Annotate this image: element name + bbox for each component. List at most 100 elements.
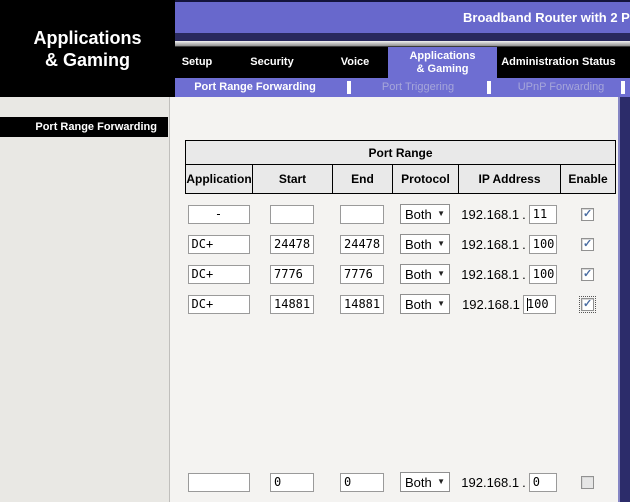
tab-security[interactable]: Security: [250, 47, 293, 78]
forwarding-extra-row: Both ▼ 192.168.1 . ✓: [185, 472, 615, 502]
protocol-selected-value: Both: [405, 267, 432, 282]
start-port-input[interactable]: [270, 473, 314, 492]
ip-dot-separator: .: [522, 207, 526, 222]
enable-checkbox[interactable]: ✓: [581, 298, 594, 311]
end-port-input[interactable]: [340, 235, 384, 254]
column-header-enable: Enable: [561, 165, 616, 194]
subnav-separator: [487, 81, 491, 94]
check-icon: ✓: [583, 207, 592, 220]
start-port-input[interactable]: [270, 295, 314, 314]
end-port-input[interactable]: [340, 205, 384, 224]
protocol-select[interactable]: Both ▼: [400, 234, 450, 254]
start-port-input[interactable]: [270, 235, 314, 254]
end-port-input[interactable]: [340, 473, 384, 492]
protocol-select[interactable]: Both ▼: [400, 472, 450, 492]
end-port-cell: [332, 234, 392, 254]
subnav-bar: Port Range Forwarding Port Triggering UPnP…: [175, 78, 630, 97]
tab-voice[interactable]: Voice: [341, 47, 370, 78]
column-header-row: ApplicationStartEndProtocolIP AddressEna…: [186, 165, 616, 194]
page-title-line1: Applications: [33, 27, 141, 49]
ip-last-octet-input[interactable]: [529, 235, 557, 254]
application-input[interactable]: [188, 295, 250, 314]
column-header-start: Start: [253, 165, 333, 194]
end-port-input[interactable]: [340, 295, 384, 314]
enable-checkbox[interactable]: ✓: [581, 268, 594, 281]
page-title: Applications & Gaming: [0, 0, 175, 97]
protocol-select[interactable]: Both ▼: [400, 264, 450, 284]
tab-status[interactable]: Status: [582, 47, 616, 78]
ip-prefix-label: 192.168.1: [461, 475, 519, 490]
port-range-table-header: Port Range ApplicationStartEndProtocolIP…: [185, 140, 616, 194]
end-port-cell: [332, 264, 392, 284]
column-header-ip-address: IP Address: [459, 165, 561, 194]
protocol-selected-value: Both: [405, 207, 432, 222]
end-port-cell: [332, 204, 392, 224]
subnav-upnp-forwarding[interactable]: UPnP Forwarding: [518, 78, 605, 97]
protocol-selected-value: Both: [405, 237, 432, 252]
enable-checkbox[interactable]: ✓: [581, 238, 594, 251]
start-port-input[interactable]: [270, 265, 314, 284]
tab-administration[interactable]: Administration: [501, 47, 579, 78]
application-input[interactable]: [188, 235, 250, 254]
application-input[interactable]: [188, 205, 250, 224]
port-range-group-header: Port Range: [186, 141, 616, 165]
tab-bar: SetupSecurityVoiceApplications& GamingAd…: [175, 47, 630, 78]
protocol-select[interactable]: Both ▼: [400, 204, 450, 224]
ip-address-cell: 192.168.1 .: [458, 472, 560, 492]
ip-last-octet-input[interactable]: [529, 205, 557, 224]
dropdown-arrow-icon: ▼: [437, 240, 445, 248]
dropdown-arrow-icon: ▼: [437, 270, 445, 278]
application-cell: [185, 234, 252, 254]
sidebar-section-label: Port Range Forwarding: [0, 117, 168, 137]
start-port-input[interactable]: [270, 205, 314, 224]
ip-last-octet-input[interactable]: [529, 265, 557, 284]
tab-applications-gaming[interactable]: Applications& Gaming: [388, 47, 497, 78]
forwarding-row: Both ▼ 192.168.1 . ✓: [185, 204, 615, 224]
ip-input-wrap: [529, 265, 557, 284]
ip-address-cell: 192.168.1 .: [458, 264, 560, 284]
ip-input-wrap: [523, 295, 556, 314]
check-icon: ✓: [583, 297, 592, 310]
protocol-cell: Both ▼: [392, 472, 458, 492]
application-input[interactable]: [188, 265, 250, 284]
application-input[interactable]: [188, 473, 250, 492]
banner-main: Broadband Router with 2 P: [175, 2, 630, 33]
forwarding-row: Both ▼ 192.168.1 . ✓: [185, 472, 615, 492]
ip-address-cell: 192.168.1: [458, 294, 560, 314]
start-port-cell: [252, 294, 332, 314]
subnav-port-range-forwarding[interactable]: Port Range Forwarding: [194, 78, 316, 97]
text-caret: [527, 298, 528, 311]
protocol-select[interactable]: Both ▼: [400, 294, 450, 314]
forwarding-rows: Both ▼ 192.168.1 . ✓: [185, 204, 615, 324]
protocol-selected-value: Both: [405, 297, 432, 312]
subnav-separator: [621, 81, 625, 94]
application-cell: [185, 294, 252, 314]
subnav-separator: [347, 81, 351, 94]
application-cell: [185, 204, 252, 224]
enable-checkbox[interactable]: ✓: [581, 208, 594, 221]
ip-input-wrap: [529, 473, 557, 492]
end-port-input[interactable]: [340, 265, 384, 284]
subnav-port-triggering[interactable]: Port Triggering: [382, 78, 454, 97]
start-port-cell: [252, 472, 332, 492]
protocol-cell: Both ▼: [392, 294, 458, 314]
protocol-cell: Both ▼: [392, 204, 458, 224]
start-port-cell: [252, 234, 332, 254]
page-title-line2: & Gaming: [45, 49, 130, 71]
application-cell: [185, 264, 252, 284]
enable-checkbox[interactable]: ✓: [581, 476, 594, 489]
tab-label-line2: & Gaming: [417, 63, 469, 76]
forwarding-row: Both ▼ 192.168.1 ✓: [185, 294, 615, 314]
forwarding-row: Both ▼ 192.168.1 . ✓: [185, 264, 615, 284]
ip-dot-separator: .: [522, 267, 526, 282]
ip-prefix-label: 192.168.1: [461, 267, 519, 282]
protocol-selected-value: Both: [405, 475, 432, 490]
enable-cell: ✓: [560, 294, 615, 314]
tab-label-line1: Applications: [409, 50, 475, 63]
tab-setup[interactable]: Setup: [182, 47, 213, 78]
end-port-cell: [332, 472, 392, 492]
sidebar: Port Range Forwarding: [0, 97, 170, 502]
enable-cell: ✓: [560, 472, 615, 492]
banner-navy-band: [175, 33, 630, 41]
ip-last-octet-input[interactable]: [529, 473, 557, 492]
